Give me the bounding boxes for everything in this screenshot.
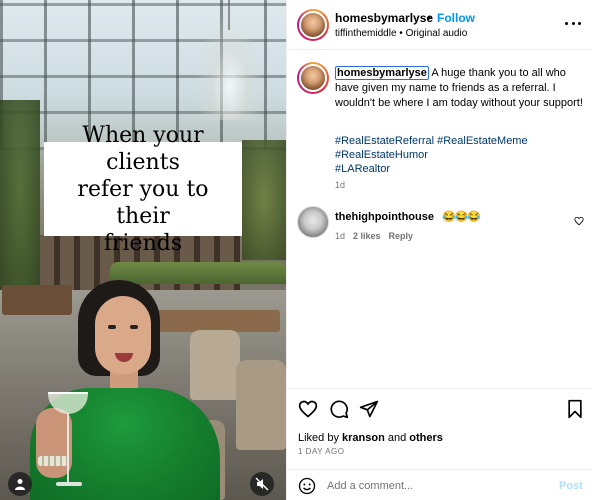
commenter-avatar[interactable]: [297, 206, 329, 238]
audio-attribution[interactable]: tiffinthemiddle • Original audio: [335, 28, 467, 39]
martini-glass-stem: [67, 413, 69, 483]
chandelier-chain: [228, 0, 230, 30]
post-comment-button[interactable]: Post: [559, 480, 583, 492]
avatar[interactable]: [297, 9, 329, 41]
bracelet: [38, 456, 68, 466]
chair: [190, 330, 240, 400]
smiley-icon[interactable]: [298, 477, 316, 495]
more-dots-icon: [565, 21, 568, 25]
mute-button[interactable]: [250, 472, 274, 496]
avatar-image: [299, 64, 327, 92]
reply-button[interactable]: Reply: [389, 231, 414, 241]
chair: [236, 360, 286, 450]
heart-icon[interactable]: [298, 399, 318, 419]
liked-by-others[interactable]: others: [409, 432, 443, 444]
caption-username[interactable]: homesbymarlyse: [335, 66, 429, 80]
caption-text-block: homesbymarlyse A huge thank you to all w…: [335, 66, 585, 111]
person-eye: [130, 325, 138, 329]
likes-summary: Liked by kranson and others: [298, 432, 443, 444]
comment-likes[interactable]: 2 likes: [353, 231, 381, 241]
liked-by-label: Liked by: [298, 432, 343, 444]
post-date[interactable]: 1 DAY AGO: [298, 447, 344, 456]
hashtags: #RealEstateReferral #RealEstateMeme #Rea…: [335, 134, 585, 176]
comment-icon[interactable]: [329, 399, 349, 419]
speaker-muted-icon: [255, 477, 269, 491]
person-eye: [108, 325, 116, 329]
comment-meta: 1d 2 likes Reply: [335, 231, 413, 241]
chandelier: [195, 10, 265, 120]
paper-plane-icon[interactable]: [359, 399, 379, 419]
author-username[interactable]: homesbymarlyse: [335, 11, 433, 25]
hashtag-line[interactable]: #LARealtor: [335, 162, 585, 176]
martini-glass-base: [56, 482, 82, 486]
hashtag-line[interactable]: #RealEstateReferral #RealEstateMeme: [335, 134, 585, 148]
separator-dot: •: [427, 11, 432, 25]
tagged-users-button[interactable]: [8, 472, 32, 496]
commenter-username[interactable]: thehighpointhouse: [335, 211, 434, 223]
follow-button[interactable]: Follow: [437, 11, 475, 25]
hedge: [110, 262, 286, 284]
more-dots-icon: [578, 21, 581, 25]
liked-by-user[interactable]: kranson: [342, 432, 385, 444]
add-comment-bar: Post: [287, 469, 592, 500]
meme-caption-text: When your clients refer you to their fri…: [77, 122, 209, 256]
hashtag-line[interactable]: #RealEstateHumor: [335, 148, 585, 162]
post-header: homesbymarlyse • Follow tiffinthemiddle …: [287, 0, 592, 50]
person-face: [95, 296, 151, 374]
caption-timestamp[interactable]: 1d: [335, 180, 345, 190]
person-icon: [15, 479, 25, 490]
post-actions: Liked by kranson and others 1 DAY AGO Po…: [287, 388, 592, 500]
reel-video[interactable]: When your clients refer you to their fri…: [0, 0, 286, 500]
liked-and-label: and: [384, 432, 410, 444]
dining-table: [150, 310, 280, 332]
booth: [2, 285, 72, 315]
comment-timestamp[interactable]: 1d: [335, 231, 345, 241]
more-dots-icon: [571, 21, 575, 25]
avatar-image: [299, 11, 327, 39]
post-panel: homesbymarlyse • Follow tiffinthemiddle …: [286, 0, 592, 500]
comment-input[interactable]: [327, 476, 547, 496]
bookmark-icon[interactable]: [565, 399, 585, 419]
caption-avatar[interactable]: [297, 62, 329, 94]
more-options-button[interactable]: [565, 15, 581, 31]
comment-text: 😂😂😂: [442, 211, 481, 223]
meme-caption: When your clients refer you to their fri…: [44, 123, 242, 256]
plants: [242, 140, 286, 260]
comment-heart-icon[interactable]: [574, 216, 584, 226]
